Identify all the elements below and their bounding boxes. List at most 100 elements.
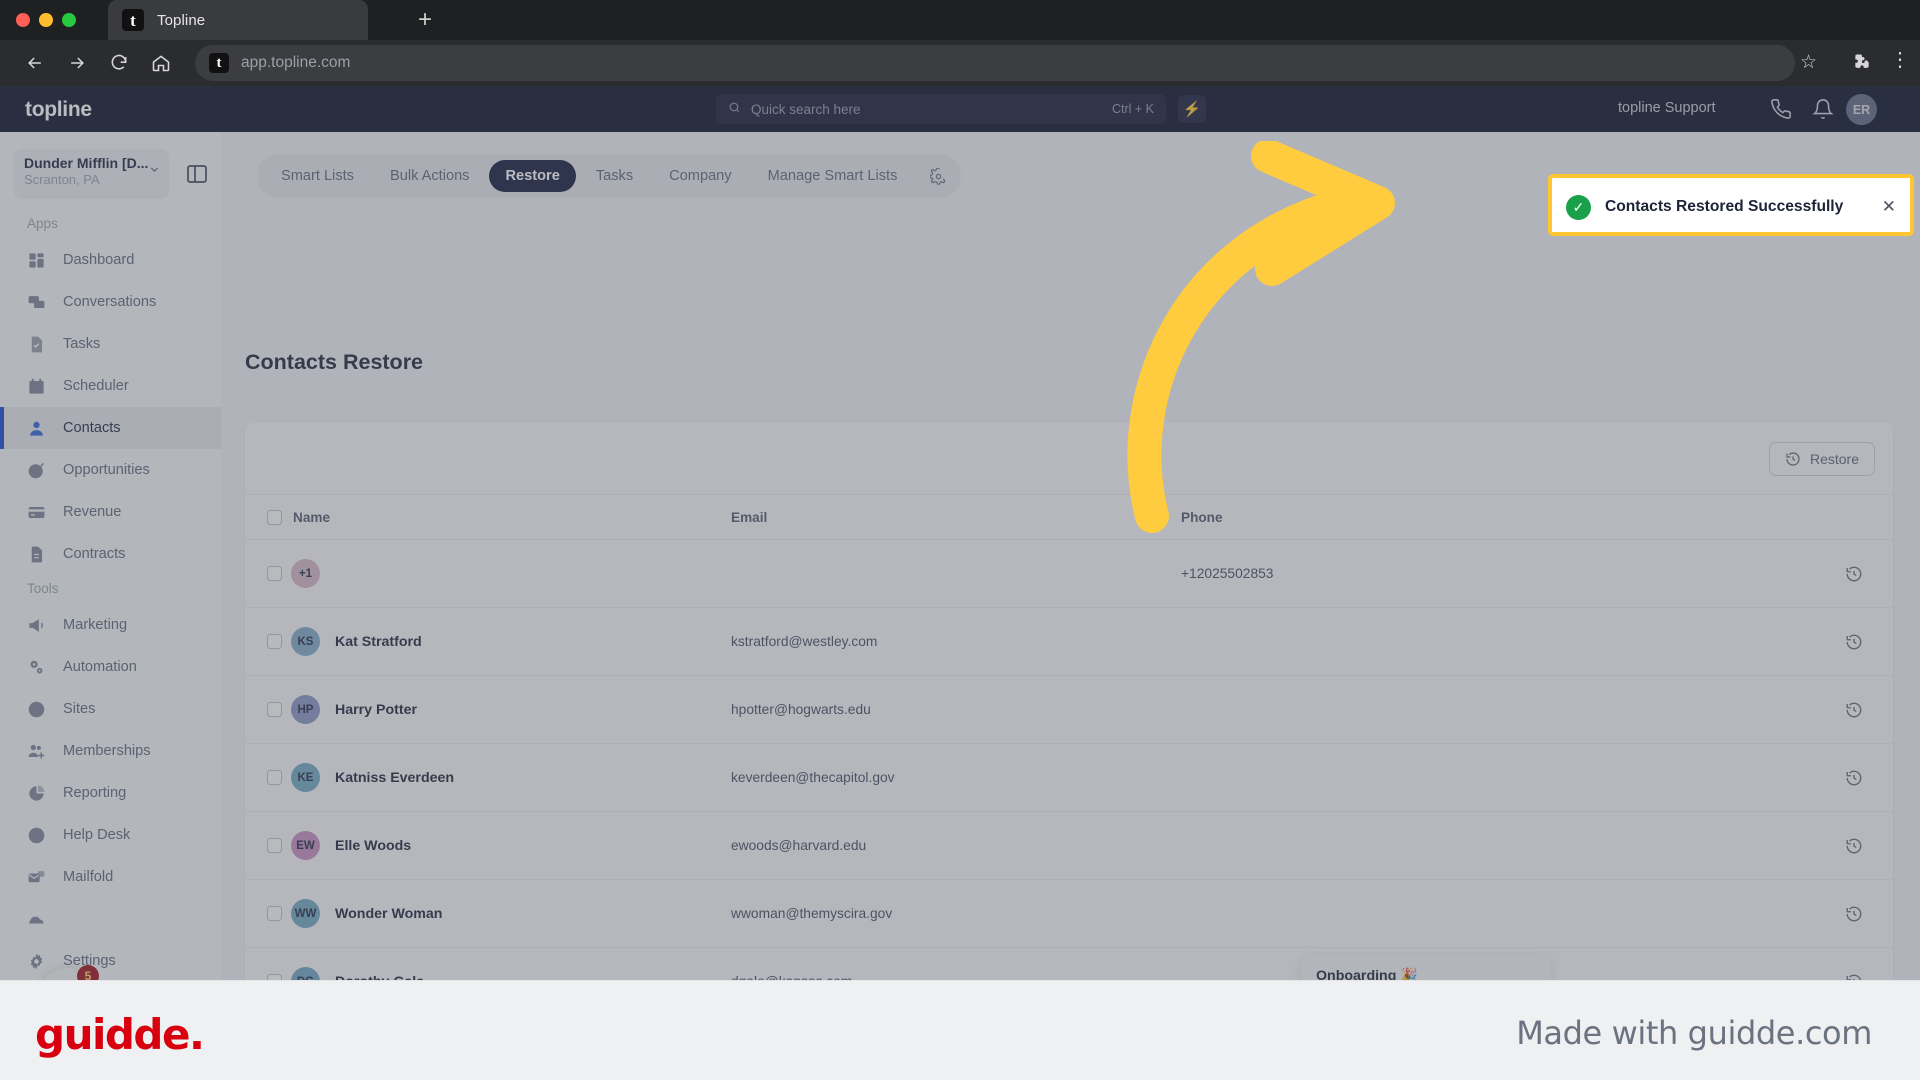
table-header-row: Name Email Phone [245, 494, 1893, 540]
column-header-phone[interactable]: Phone [1181, 510, 1651, 525]
cell-email: keverdeen@thecapitol.gov [731, 770, 895, 785]
row-checkbox[interactable] [245, 770, 291, 785]
onboarding-widget[interactable]: Onboarding 🎉 → Welcome & Profile Setup [1301, 955, 1551, 980]
row-checkbox[interactable] [245, 634, 291, 649]
window-controls[interactable] [16, 6, 76, 34]
user-avatar[interactable]: ER [1846, 94, 1877, 125]
workspace-switcher[interactable]: Dunder Mifflin [D... Scranton, PA [14, 149, 169, 199]
close-icon[interactable]: ✕ [1882, 197, 1896, 217]
row-checkbox[interactable] [245, 702, 291, 717]
sidebar-item-conversations[interactable]: Conversations [0, 281, 221, 323]
reload-icon[interactable] [98, 47, 140, 79]
sidebar-item-label: Memberships [63, 743, 151, 759]
sidebar-item-settings[interactable]: Settings [0, 940, 221, 980]
row-restore-icon[interactable] [1845, 905, 1863, 923]
sidebar-item-mailfold[interactable]: Mailfold [0, 856, 221, 898]
restore-clock-icon [1786, 452, 1800, 466]
back-icon[interactable] [14, 47, 56, 79]
avatar: KE [291, 763, 320, 792]
table-row[interactable]: KE Katniss Everdeen keverdeen@thecapitol.g… [245, 744, 1893, 812]
extensions-puzzle-icon[interactable] [1852, 52, 1872, 72]
column-header-name[interactable]: Name [291, 510, 731, 525]
tab-smart-lists[interactable]: Smart Lists [265, 160, 370, 192]
table-row[interactable]: WW Wonder Woman wwoman@themyscira.gov [245, 880, 1893, 948]
browser-tab[interactable]: t Topline [108, 0, 368, 40]
sidebar-item-memberships[interactable]: Memberships [0, 730, 221, 772]
home-icon[interactable] [140, 47, 182, 79]
tab-company[interactable]: Company [653, 160, 747, 192]
cell-name: HP Harry Potter [291, 695, 731, 724]
tab-bulk-actions[interactable]: Bulk Actions [374, 160, 486, 192]
tasks-icon [27, 335, 46, 354]
forward-icon[interactable] [56, 47, 98, 79]
select-all-checkbox[interactable] [245, 509, 291, 525]
cell-actions [1651, 837, 1893, 855]
sidebar-item-item[interactable] [0, 898, 221, 940]
sidebar-item-tasks[interactable]: Tasks [0, 323, 221, 365]
app-logo[interactable]: topline [25, 98, 92, 122]
row-checkbox[interactable] [245, 838, 291, 853]
address-bar[interactable]: t app.topline.com [195, 45, 1795, 81]
column-header-email[interactable]: Email [731, 510, 1181, 525]
search-input[interactable]: Quick search here Ctrl + K [716, 94, 1166, 124]
minimize-window-button[interactable] [39, 13, 53, 27]
sidebar-item-label: Reporting [63, 785, 127, 801]
table-row[interactable]: EW Elle Woods ewoods@harvard.edu [245, 812, 1893, 880]
row-checkbox[interactable] [245, 566, 291, 581]
cell-actions [1651, 769, 1893, 787]
table-row[interactable]: HP Harry Potter hpotter@hogwarts.edu [245, 676, 1893, 744]
table-row[interactable]: KS Kat Stratford kstratford@westley.com [245, 608, 1893, 676]
cell-actions [1651, 701, 1893, 719]
sidebar-item-automation[interactable]: Automation [0, 646, 221, 688]
row-restore-icon[interactable] [1845, 701, 1863, 719]
sidebar-item-opportunities[interactable]: Opportunities [0, 449, 221, 491]
browser-menu-icon[interactable]: ⋮ [1890, 50, 1910, 70]
sidebar-item-revenue[interactable]: Revenue [0, 491, 221, 533]
sidebar-item-scheduler[interactable]: Scheduler [0, 365, 221, 407]
sidebar-item-help-desk[interactable]: Help Desk [0, 814, 221, 856]
tab-manage-smart-lists[interactable]: Manage Smart Lists [752, 160, 914, 192]
mail-stack-icon [27, 868, 46, 887]
row-restore-icon[interactable] [1845, 973, 1863, 980]
row-restore-icon[interactable] [1845, 837, 1863, 855]
table-row[interactable]: DGDorothy Galedgale@kansas.com [245, 948, 1893, 980]
sidebar-item-reporting[interactable]: Reporting [0, 772, 221, 814]
new-tab-button[interactable]: + [408, 4, 442, 36]
chevron-down-icon[interactable] [148, 163, 161, 179]
dashboard-icon [27, 251, 46, 270]
support-label[interactable]: topline Support [1618, 100, 1716, 116]
row-restore-icon[interactable] [1845, 565, 1863, 583]
quick-actions-bolt-icon[interactable]: ⚡ [1178, 95, 1206, 123]
phone-icon[interactable] [1770, 98, 1792, 120]
tabs-settings-gear-icon[interactable] [923, 161, 953, 191]
sidebar-item-dashboard[interactable]: Dashboard [0, 239, 221, 281]
sidebar-item-marketing[interactable]: Marketing [0, 604, 221, 646]
row-restore-icon[interactable] [1845, 769, 1863, 787]
maximize-window-button[interactable] [62, 13, 76, 27]
tab-restore[interactable]: Restore [489, 160, 576, 192]
row-restore-icon[interactable] [1845, 633, 1863, 651]
sidebar-item-sites[interactable]: Sites [0, 688, 221, 730]
sidebar-item-contacts[interactable]: Contacts [0, 407, 221, 449]
toast-notification[interactable]: ✓ Contacts Restored Successfully ✕ [1552, 185, 1910, 229]
gears-icon [27, 658, 46, 677]
row-checkbox[interactable] [245, 906, 291, 921]
tab-tasks[interactable]: Tasks [580, 160, 649, 192]
sidebar-item-label: Help Desk [63, 827, 131, 843]
card-header: Restore [245, 422, 1893, 494]
restore-button[interactable]: Restore [1768, 442, 1875, 476]
close-window-button[interactable] [16, 13, 30, 27]
cell-name: +1 [291, 559, 731, 588]
sidebar-collapse-icon[interactable] [185, 162, 209, 186]
sidebar-item-label: Conversations [63, 294, 157, 310]
workspace-name: Dunder Mifflin [D... [24, 155, 149, 171]
table-row[interactable]: +1 +12025502853 [245, 540, 1893, 608]
sidebar: Dunder Mifflin [D... Scranton, PA Apps Da… [0, 132, 221, 980]
document-icon [27, 545, 46, 564]
bookmark-star-icon[interactable]: ☆ [1800, 51, 1817, 74]
sidebar-item-label: Contracts [63, 546, 126, 562]
sidebar-item-contracts[interactable]: Contracts [0, 533, 221, 575]
avatar: +1 [291, 559, 320, 588]
notifications-bell-icon[interactable] [1812, 98, 1834, 120]
topline-favicon-icon: t [122, 9, 144, 31]
